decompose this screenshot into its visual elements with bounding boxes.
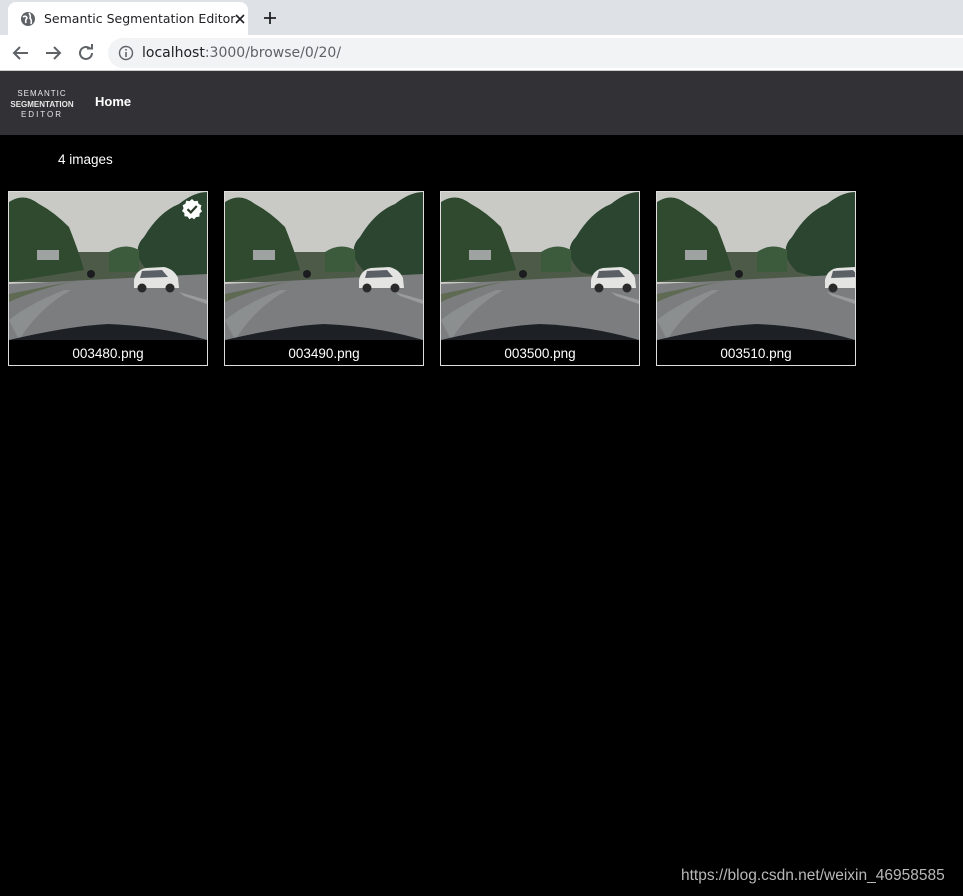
tab-title: Semantic Segmentation Editor (44, 11, 236, 26)
image-filename: 003490.png (288, 346, 360, 361)
verified-check-icon (181, 198, 203, 220)
image-thumbnail[interactable] (9, 192, 207, 340)
browser-toolbar: localhost:3000/browse/0/20/ (0, 35, 963, 71)
watermark: https://blog.csdn.net/weixin_46958585 (681, 867, 945, 884)
image-thumbnail[interactable] (225, 192, 423, 340)
reload-icon (79, 44, 93, 60)
image-filename: 003480.png (72, 346, 144, 361)
image-grid: 003480.png 003490.png 003500.png 003510.… (8, 191, 856, 366)
app-logo[interactable]: SEMANTIC SEGMENTATION EDITOR (10, 89, 74, 121)
arrow-left-icon (12, 46, 28, 60)
browser-tab[interactable]: Semantic Segmentation Editor (8, 2, 248, 35)
globe-icon (20, 11, 36, 27)
image-card[interactable]: 003490.png (224, 191, 424, 366)
image-thumbnail[interactable] (657, 192, 855, 340)
image-filename: 003500.png (504, 346, 576, 361)
home-link[interactable]: Home (95, 94, 131, 109)
image-card[interactable]: 003500.png (440, 191, 640, 366)
close-icon[interactable] (235, 11, 246, 27)
new-tab-button[interactable] (258, 6, 282, 30)
info-icon[interactable] (118, 45, 134, 61)
reload-button[interactable] (74, 41, 98, 65)
image-card[interactable]: 003480.png (8, 191, 208, 366)
image-count: 4 images (58, 152, 113, 167)
arrow-right-icon (46, 46, 62, 60)
image-card[interactable]: 003510.png (656, 191, 856, 366)
image-filename: 003510.png (720, 346, 792, 361)
plus-icon (264, 12, 276, 24)
app-header: SEMANTIC SEGMENTATION EDITOR Home (0, 71, 963, 135)
forward-button[interactable] (41, 41, 65, 65)
back-button[interactable] (9, 41, 33, 65)
url-text: localhost:3000/browse/0/20/ (142, 45, 342, 61)
browser-tab-bar: Semantic Segmentation Editor (0, 0, 963, 35)
address-bar[interactable]: localhost:3000/browse/0/20/ (108, 38, 963, 68)
image-thumbnail[interactable] (441, 192, 639, 340)
